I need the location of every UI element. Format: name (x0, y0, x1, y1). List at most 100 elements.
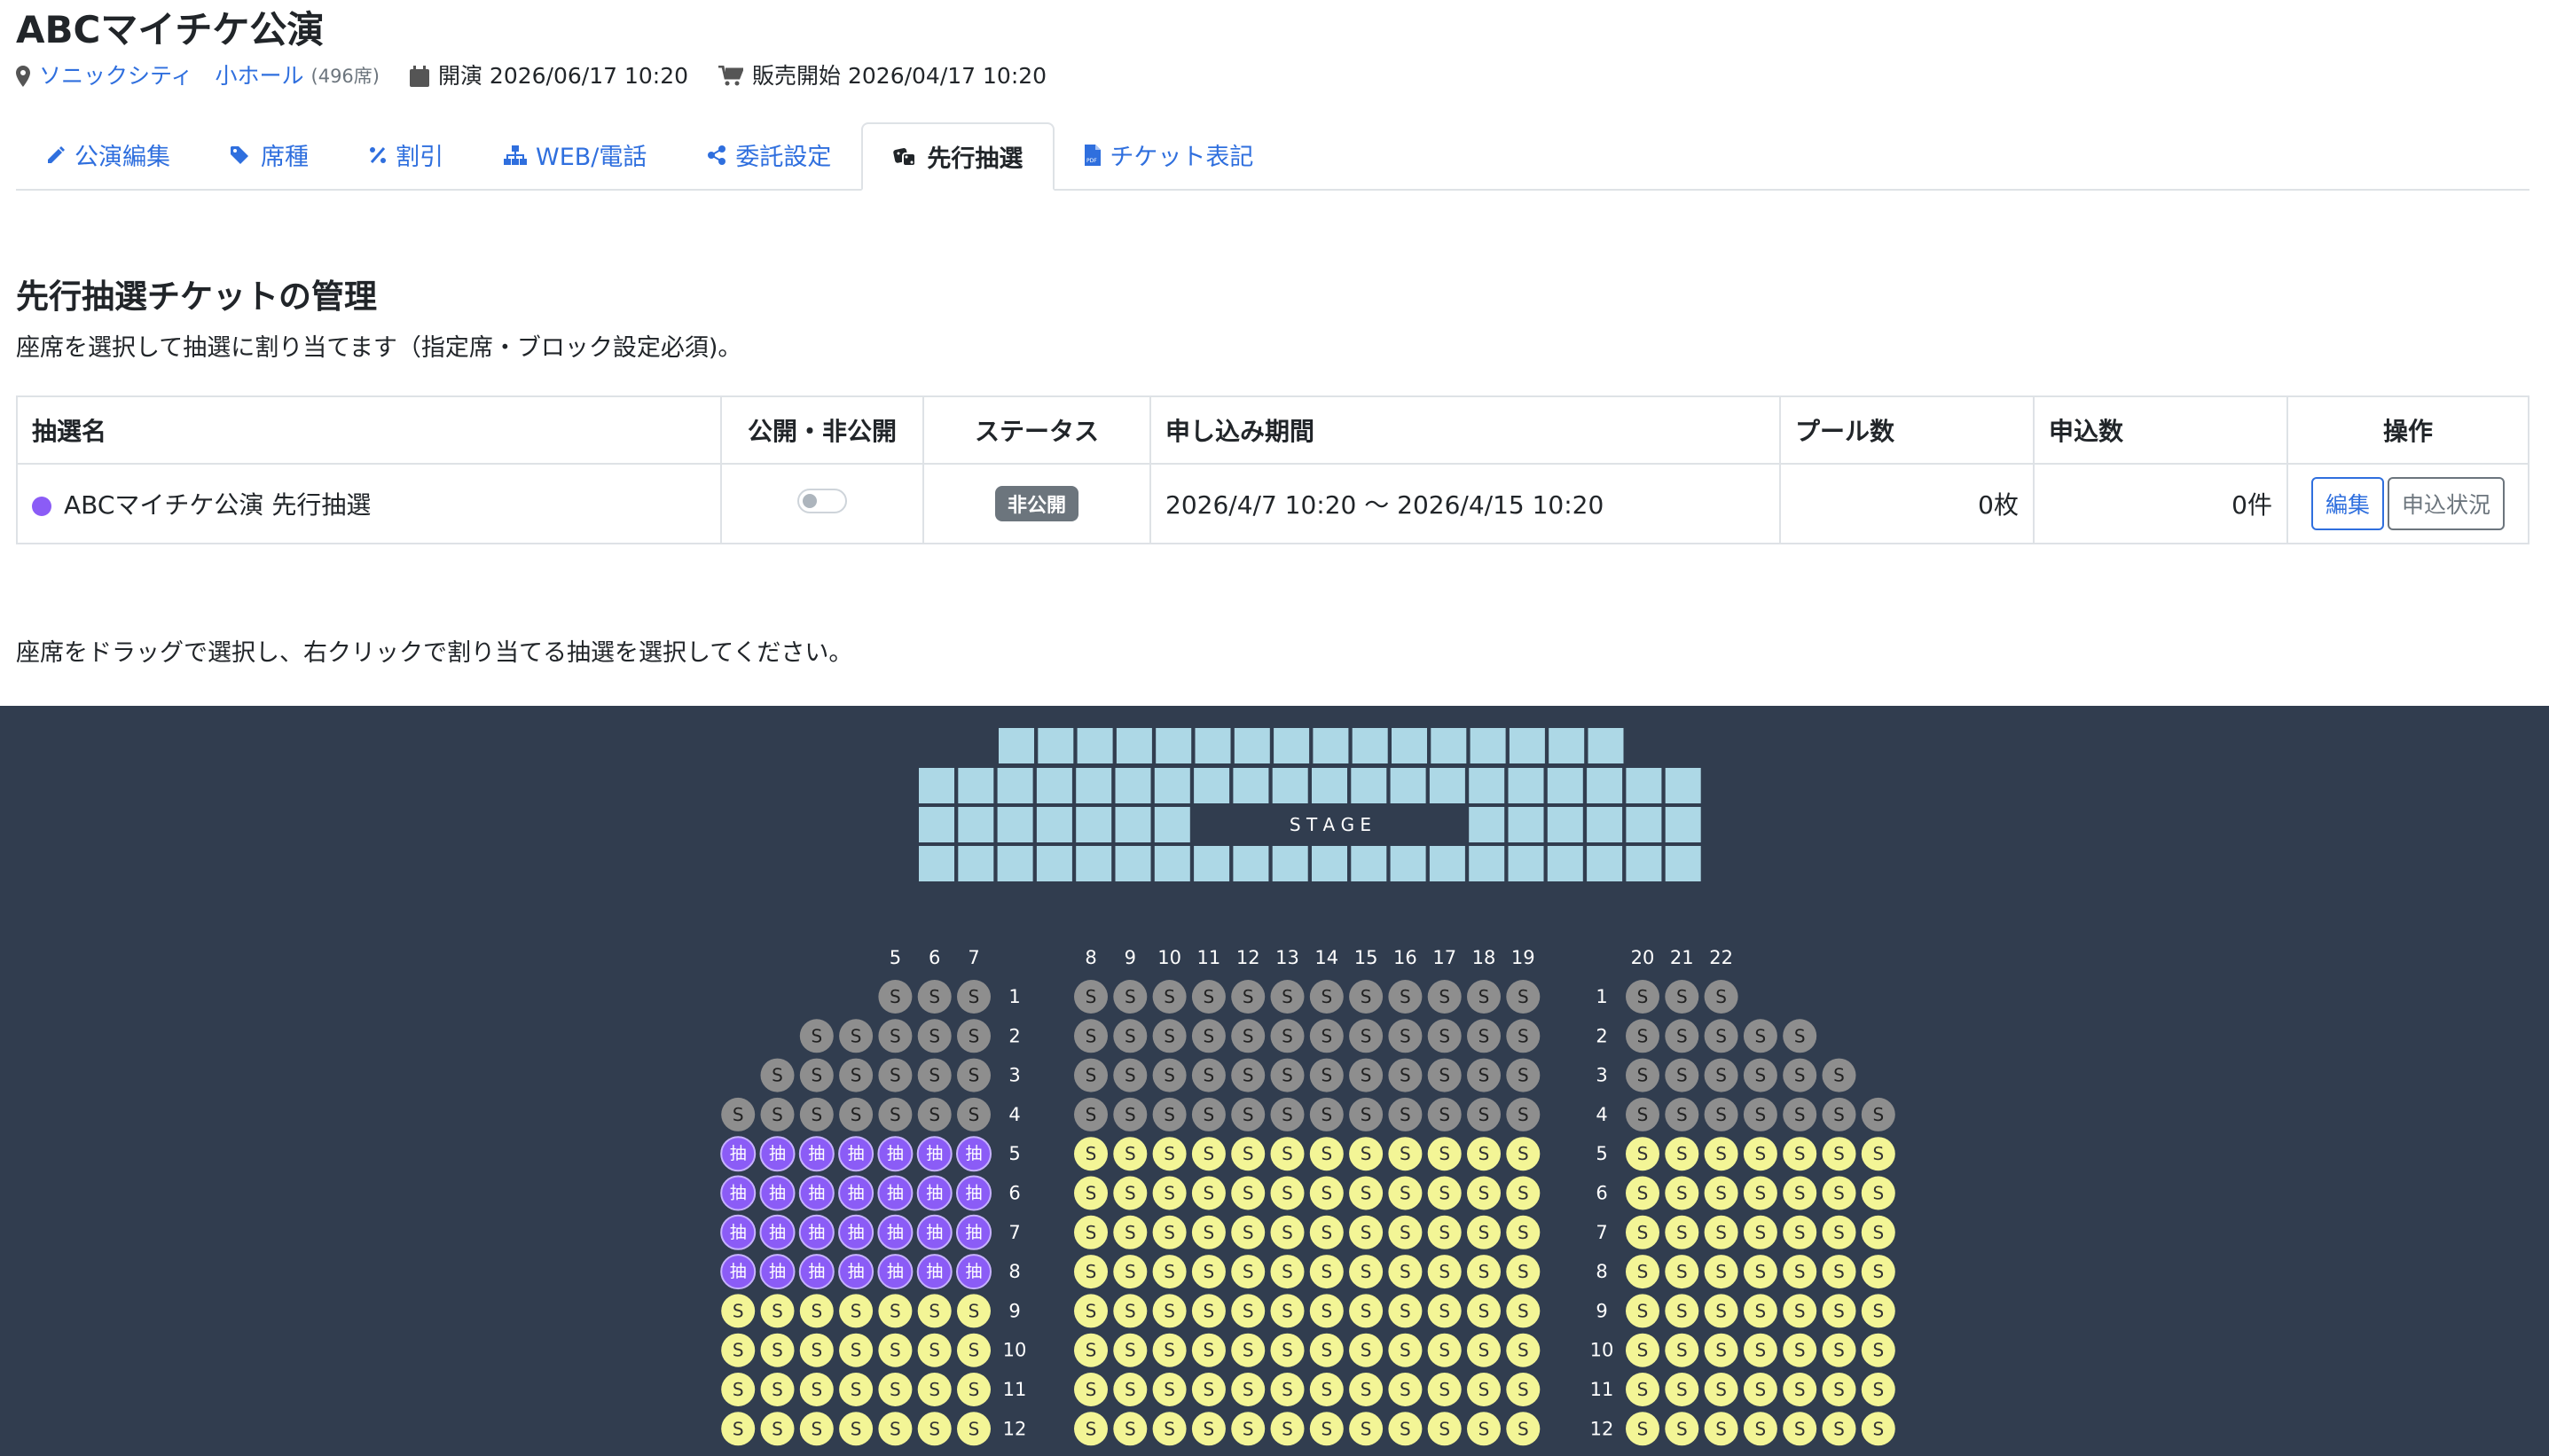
tab-label: 先行抽選 (927, 145, 1024, 173)
stage-cell (997, 846, 1033, 881)
seat-label: S (1361, 1143, 1372, 1164)
seat-label: S (1518, 1222, 1529, 1243)
section-description: 座席を選択して抽選に割り当てます（指定席・ブロック設定必須)。 (16, 334, 742, 362)
seat-label: S (1125, 1340, 1136, 1361)
map-marker-icon (16, 66, 30, 87)
seat-label: S (1518, 1183, 1529, 1204)
seat-label: S (1794, 1025, 1806, 1046)
seat-label: S (1204, 1183, 1215, 1204)
seat-label: 抽 (887, 1144, 904, 1163)
stage-cell (1549, 728, 1585, 763)
seat-label: S (1833, 1261, 1845, 1282)
stage-cell (1392, 728, 1427, 763)
seat-label: S (1439, 1143, 1450, 1164)
seat-label: S (1361, 1025, 1372, 1046)
seat-label: S (1676, 1300, 1688, 1321)
tab-ticket-notation[interactable]: PDF チケット表記 (1055, 122, 1283, 187)
seat-label: 抽 (887, 1184, 904, 1203)
stage-cell (1313, 728, 1349, 763)
seat-label: S (1755, 1222, 1767, 1243)
seat-label: S (1872, 1143, 1884, 1164)
tab-edit[interactable]: 公演編集 (16, 122, 200, 187)
seat-label: S (1439, 1183, 1450, 1204)
column-label: 12 (1236, 947, 1260, 968)
seat-label: S (1637, 1379, 1649, 1400)
seat-label: S (1282, 986, 1293, 1007)
seat-label: S (1282, 1143, 1293, 1164)
seat-label: S (1243, 1340, 1254, 1361)
seat-label: S (1361, 1340, 1372, 1361)
seat-label: S (1243, 1261, 1254, 1282)
seat-label: S (1518, 1261, 1529, 1282)
seat-label: S (1321, 1104, 1332, 1125)
seat-label: S (1755, 1379, 1767, 1400)
seat-label: S (1833, 1065, 1845, 1086)
seat-label: 抽 (965, 1144, 982, 1163)
column-label: 22 (1709, 947, 1733, 968)
seat-label: S (1321, 1143, 1332, 1164)
seat-label: 抽 (730, 1223, 747, 1242)
tab-web-phone[interactable]: WEB/電話 (474, 122, 677, 187)
seat-label: S (1164, 1418, 1175, 1439)
seat-label: S (1243, 1300, 1254, 1321)
stage-cell (1352, 728, 1388, 763)
pencil-icon (48, 145, 65, 163)
seat-label: S (1439, 1222, 1450, 1243)
seat-label: S (1715, 1143, 1727, 1164)
seat-label: S (1086, 1418, 1097, 1439)
stage-cell (958, 846, 994, 881)
seat-label: S (969, 986, 980, 1007)
seat-label: S (1676, 1183, 1688, 1204)
tab-seat-types[interactable]: 席種 (200, 122, 339, 187)
stage-cell (1233, 768, 1269, 803)
seat-label: S (1439, 1340, 1450, 1361)
column-label: 15 (1354, 947, 1378, 968)
row-label: 2 (1008, 1025, 1020, 1046)
seat-label: S (1361, 1104, 1372, 1125)
edit-lottery-button[interactable]: 編集 (2310, 477, 2384, 530)
seat-label: S (1243, 986, 1254, 1007)
row-label: 4 (1008, 1104, 1020, 1125)
seat-label: S (1204, 1222, 1215, 1243)
seat-label: S (969, 1340, 980, 1361)
tab-label: 委託設定 (735, 144, 832, 171)
tab-consignment[interactable]: 委託設定 (677, 122, 861, 187)
seat-label: S (1872, 1261, 1884, 1282)
seat-label: S (1518, 1025, 1529, 1046)
seat-label: 抽 (848, 1262, 865, 1281)
visibility-toggle[interactable] (797, 488, 847, 513)
seat-label: S (890, 1379, 901, 1400)
seat-label: S (969, 1300, 980, 1321)
seat-label: S (929, 1300, 940, 1321)
seat-label: S (1086, 1104, 1097, 1125)
seat-label: S (1321, 1340, 1332, 1361)
seat-label: S (929, 1418, 940, 1439)
stage-cell (1076, 807, 1112, 842)
seat-label: S (1478, 1104, 1490, 1125)
stage-cell (1195, 728, 1231, 763)
tab-discount[interactable]: 割引 (339, 122, 474, 187)
seat-map-canvas[interactable]: S T A G E5 6 7 8 9 10 11 12 13 14 15 16 17 18 19 20 21 22… (0, 706, 2549, 1456)
seat-label: S (1361, 1183, 1372, 1204)
seat-label: S (1755, 1025, 1767, 1046)
stage-cell (1154, 846, 1190, 881)
seat-label: S (1282, 1222, 1293, 1243)
column-header-actions: 操作 (2286, 395, 2529, 465)
application-status-button[interactable]: 申込状況 (2388, 477, 2506, 530)
seat-label: 抽 (808, 1144, 825, 1163)
seat-label: S (851, 1379, 862, 1400)
seat-label: S (1321, 1300, 1332, 1321)
row-label: 7 (1596, 1222, 1607, 1243)
stage-cell (1665, 846, 1701, 881)
seat-label: S (1086, 1183, 1097, 1204)
stage-cell (1076, 846, 1112, 881)
venue-link[interactable]: ソニックシティ 小ホール (39, 60, 304, 92)
actions-cell: 編集 申込状況 (2286, 463, 2529, 544)
dice-icon (893, 147, 917, 167)
column-label: 16 (1393, 947, 1417, 968)
seat-label: S (1204, 1025, 1215, 1046)
seat-label: S (1086, 1143, 1097, 1164)
stage-cell (1036, 846, 1072, 881)
tab-lottery[interactable]: 先行抽選 (861, 122, 1055, 191)
seat-map[interactable]: S T A G E 5 6 7 8 9 10 11 12 13 14 15 16 17 18 19 20 21 22… (0, 706, 2549, 1456)
